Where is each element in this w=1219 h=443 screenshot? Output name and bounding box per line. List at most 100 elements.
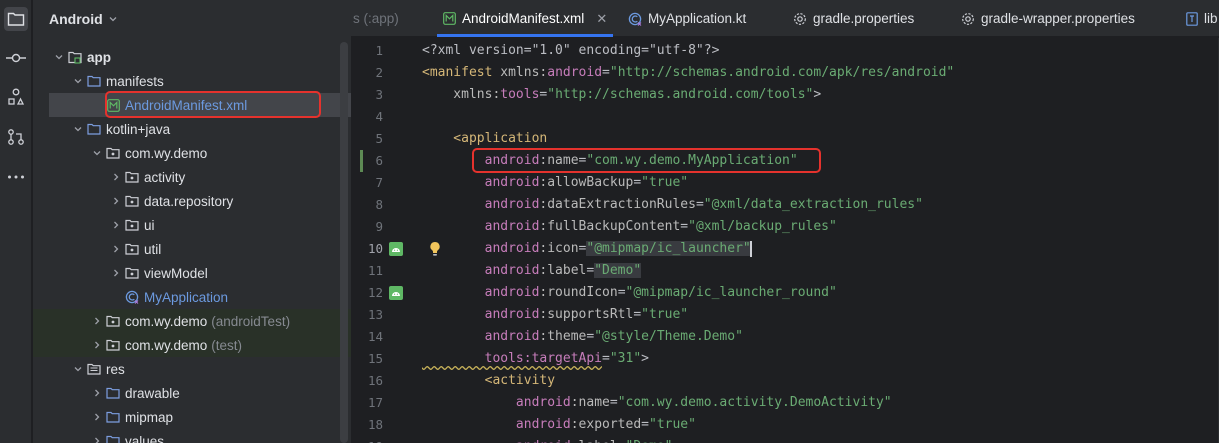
folder-icon: [105, 433, 121, 443]
code-token: :name: [570, 395, 610, 410]
tree-item[interactable]: app: [33, 45, 351, 69]
lightbulb-icon[interactable]: [429, 241, 441, 260]
tree-item[interactable]: activity: [33, 165, 351, 189]
tree-item-label: mipmap: [125, 409, 174, 425]
line-number: 1: [375, 43, 383, 58]
chevron-right-icon[interactable]: [108, 265, 124, 281]
code-token: android: [422, 175, 540, 190]
chevron-right-icon[interactable]: [108, 241, 124, 257]
package-icon: [105, 145, 121, 161]
chevron-right-icon[interactable]: [89, 385, 105, 401]
line-number: 10: [367, 241, 383, 256]
code-token: "31": [609, 351, 642, 366]
project-view-selector[interactable]: Android: [49, 9, 118, 29]
chevron-right-icon[interactable]: [89, 433, 105, 443]
code-token: "true": [649, 417, 696, 432]
tree-item[interactable]: MyApplication: [33, 285, 351, 309]
tab-lib[interactable]: lib: [1186, 0, 1218, 37]
chevron-down-icon[interactable]: [89, 145, 105, 161]
code-token: :exported: [570, 417, 642, 432]
code-token: :supportsRtl: [539, 307, 634, 322]
tree-item[interactable]: com.wy.demo: [33, 141, 351, 165]
code-token: =: [695, 197, 704, 212]
chevron-down-icon[interactable]: [70, 73, 86, 89]
tab-gradle-wrapper-properties[interactable]: gradle-wrapper.properties: [961, 0, 1135, 37]
tree-item[interactable]: util: [33, 237, 351, 261]
code-token: :icon: [539, 241, 579, 256]
change-marker[interactable]: [360, 150, 363, 172]
tool-window-strip: [0, 0, 32, 443]
code-token: :label: [571, 439, 618, 443]
editor-gutter: 12345678910111213141516171819: [351, 38, 415, 443]
code-token: "com.wy.demo.MyApplication": [586, 153, 798, 168]
tree-item[interactable]: com.wy.demo (test): [33, 333, 351, 357]
code-line: android:allowBackup="true": [422, 172, 689, 194]
tab-s-app[interactable]: s (:app): [353, 0, 399, 37]
project-scrollbar[interactable]: [340, 42, 348, 443]
tree-item-suffix: (test): [211, 337, 243, 353]
package-icon: [105, 337, 121, 353]
folder-icon: [105, 409, 121, 425]
android-icon[interactable]: [389, 286, 403, 300]
code-editor[interactable]: <?xml version="1.0" encoding="utf-8"?> <m…: [415, 38, 1219, 443]
code-token: android: [547, 65, 603, 80]
chevron-down-icon[interactable]: [70, 361, 86, 377]
code-token: android: [422, 417, 571, 432]
tree-item-label: values: [125, 433, 165, 443]
chevron-right-icon[interactable]: [108, 169, 124, 185]
close-icon[interactable]: ✕: [596, 11, 607, 27]
line-number: 19: [351, 436, 383, 443]
code-token: "@style/Theme.Demo": [594, 329, 743, 344]
pull-requests-icon[interactable]: [4, 125, 28, 149]
tree-item[interactable]: drawable: [33, 381, 351, 405]
structure-icon[interactable]: [4, 85, 28, 109]
chevron-right-icon[interactable]: [108, 193, 124, 209]
text-caret: [749, 240, 752, 257]
editor-tab-bar: s (:app) AndroidManifest.xml ✕ MyApplicatio…: [351, 0, 1219, 37]
code-token: :name: [539, 153, 579, 168]
code-token: <application: [422, 131, 548, 146]
code-token: "http://schemas.android.com/tools": [547, 87, 814, 102]
code-line: <application: [422, 128, 547, 150]
code-token: =: [618, 439, 626, 443]
project-folder-icon[interactable]: [4, 7, 28, 31]
chevron-down-icon[interactable]: [70, 121, 86, 137]
tab-gradle-properties[interactable]: gradle.properties: [793, 0, 914, 37]
tree-item[interactable]: viewModel: [33, 261, 351, 285]
code-line: android:icon="@mipmap/ic_launcher": [422, 238, 752, 260]
code-token: =: [641, 417, 649, 432]
tree-item-suffix: (androidTest): [211, 313, 291, 329]
kotlin-class-icon: [124, 289, 140, 305]
tree-item[interactable]: AndroidManifest.xml: [49, 93, 351, 117]
tab-myapplication-kt[interactable]: MyApplication.kt: [628, 0, 746, 37]
code-token: :theme: [539, 329, 587, 344]
chevron-down-icon[interactable]: [51, 49, 67, 65]
tree-item[interactable]: com.wy.demo (androidTest): [33, 309, 351, 333]
android-icon[interactable]: [389, 242, 403, 256]
tree-item[interactable]: ui: [33, 213, 351, 237]
code-line: xmlns:tools="http://schemas.android.com/…: [422, 84, 821, 106]
tab-androidmanifest-xml[interactable]: AndroidManifest.xml ✕: [436, 0, 614, 37]
tree-item[interactable]: kotlin+java: [33, 117, 351, 141]
code-token: =: [602, 351, 610, 366]
tree-item-label: util: [144, 241, 162, 257]
tree-item[interactable]: mipmap: [33, 405, 351, 429]
tree-item[interactable]: values: [33, 429, 351, 443]
chevron-right-icon[interactable]: [89, 337, 105, 353]
chevron-right-icon[interactable]: [108, 217, 124, 233]
chevron-right-icon[interactable]: [89, 313, 105, 329]
tree-item[interactable]: manifests: [33, 69, 351, 93]
tree-item[interactable]: data.repository: [33, 189, 351, 213]
line-number: 16: [367, 373, 383, 388]
code-token: android: [422, 439, 571, 443]
more-icon[interactable]: [4, 165, 28, 189]
tree-item[interactable]: res: [33, 357, 351, 381]
line-number: 11: [367, 263, 383, 278]
code-line: android:theme="@style/Theme.Demo": [422, 326, 743, 348]
chevron-right-icon[interactable]: [89, 409, 105, 425]
tree-item-label: manifests: [106, 73, 164, 89]
commit-icon[interactable]: [4, 46, 28, 70]
code-token: :allowBackup: [539, 175, 634, 190]
code-token: <manifest: [422, 65, 501, 80]
code-token: "com.wy.demo.activity.DemoActivity": [617, 395, 892, 410]
